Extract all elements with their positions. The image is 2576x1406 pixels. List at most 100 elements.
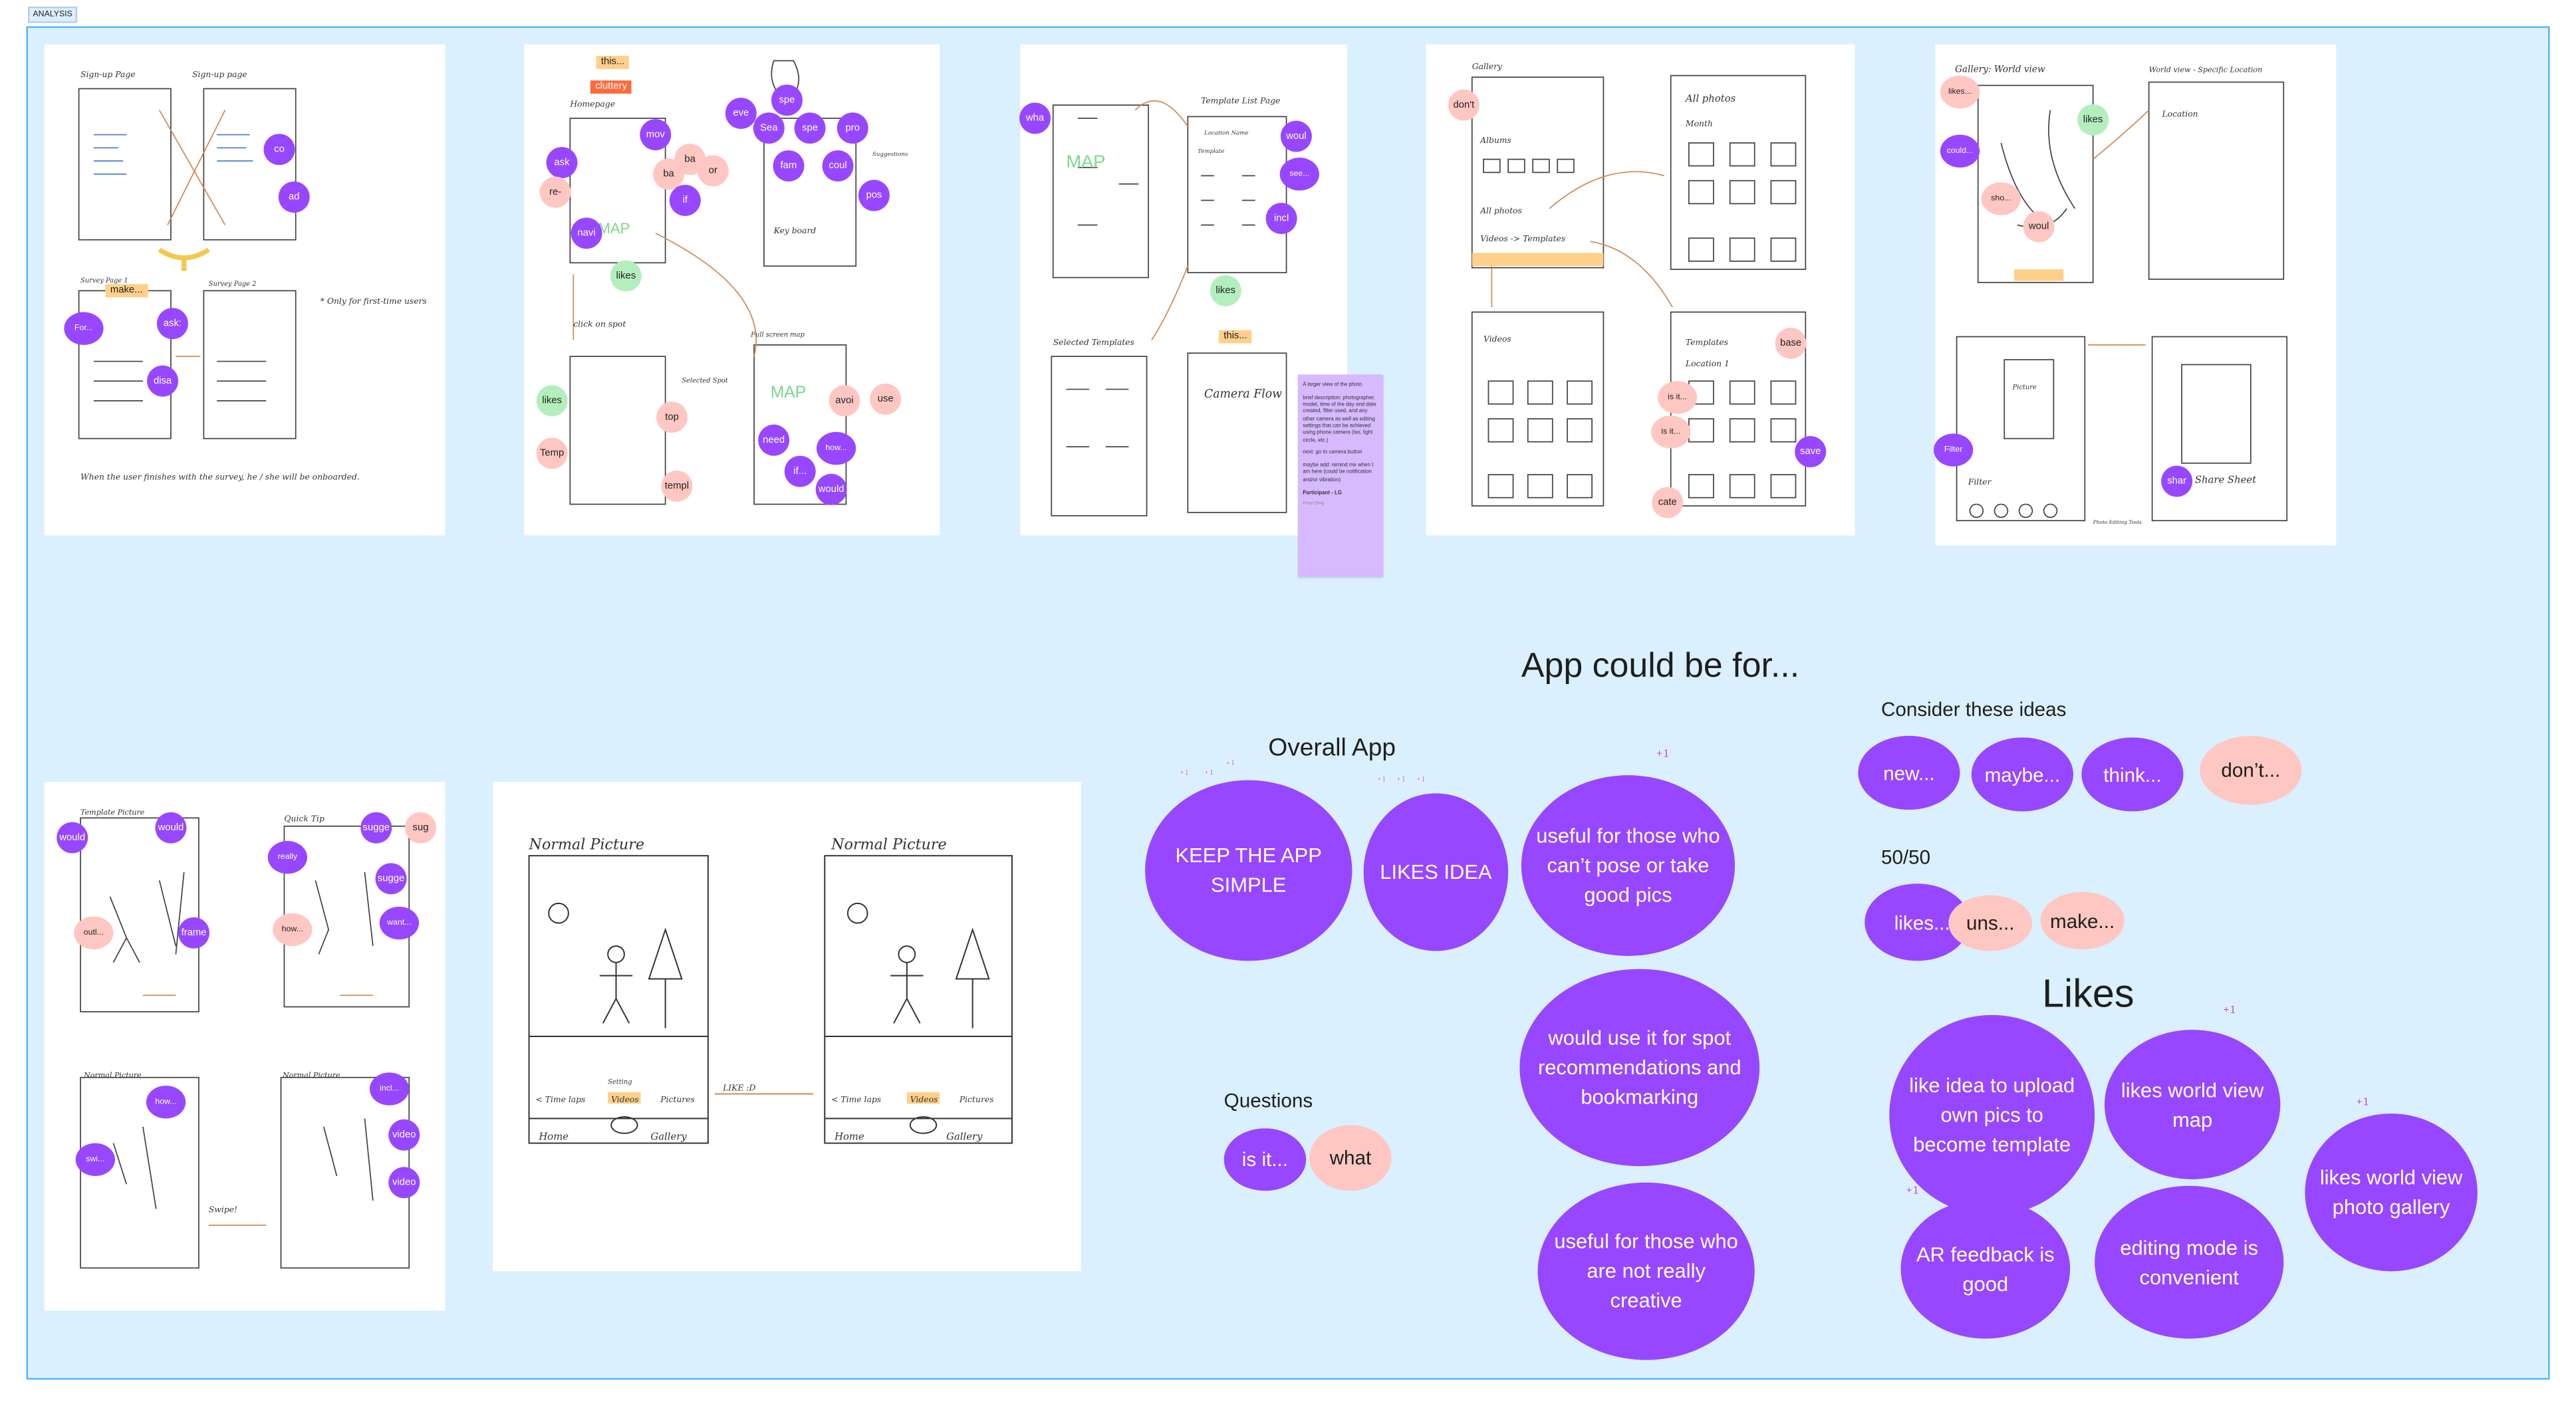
sketch-frame-gallery[interactable]: Gallery Albums All photos Videos -> Temp… [1426,44,1855,536]
sticker-likes[interactable]: likes world view photo gallery [2305,1113,2478,1272]
frame-sticker[interactable]: how... [146,1086,186,1119]
frame-sticker[interactable]: likes [2077,104,2109,136]
frame-sticker[interactable]: spe [794,112,826,144]
plus-one-vote: +1 [1656,749,1670,761]
frame-sticker[interactable]: could... [1940,134,1980,168]
frame-sticker[interactable]: if... [784,455,816,487]
frame-sticker[interactable]: wha [1019,102,1051,134]
frame-sticker[interactable]: coul [822,150,854,182]
frame-sticker[interactable]: base [1775,327,1807,359]
frame-sticker[interactable]: video [388,1167,420,1199]
frame-sticker[interactable]: is it... [1657,381,1698,414]
frame-sticker[interactable]: would [815,473,847,505]
frame-sticker[interactable]: Filter [1934,433,1974,467]
frame-sticker[interactable]: incl [1265,203,1297,235]
frame-sticker[interactable]: need [758,424,790,456]
sketch-frame-normal-picture[interactable]: Normal Picture Normal Picture LIKE :D < … [493,782,1081,1272]
sticker-question[interactable]: is it... [1224,1128,1307,1191]
sticker-consider[interactable]: think... [2081,737,2184,812]
frame-sticker[interactable]: sugge [375,863,407,895]
frame-sticker[interactable]: video [388,1119,420,1151]
sticker-likes[interactable]: like idea to upload own pics to become t… [1889,1014,2095,1216]
whiteboard-canvas[interactable]: ANALYSIS Sign-up Page Sign-up page Surve… [0,0,2576,1406]
frame-sticker[interactable]: swi... [75,1143,115,1177]
frame-sticker[interactable]: mov [640,119,672,151]
svg-text:Sign-up page: Sign-up page [192,70,247,79]
frame-sticker[interactable]: top [656,402,688,433]
frame-sticker[interactable]: this... [596,56,630,69]
frame-sticker[interactable]: woul [2023,211,2055,243]
sketch-frame-signup[interactable]: Sign-up Page Sign-up page Survey Page 1 … [44,44,446,536]
sticker-fifty-fifty[interactable]: make... [2040,891,2125,950]
frame-sticker[interactable]: sug [405,812,436,844]
sticky-note[interactable]: A larger view of the photo brief descrip… [1297,374,1384,577]
frame-title: Sign-up Page [80,70,136,79]
frame-sticker[interactable]: likes... [1940,75,1980,109]
frame-sticker[interactable]: sugge [360,812,392,844]
frame-sticker[interactable]: want... [379,906,420,940]
sticker-likes[interactable]: editing mode is convenient [2095,1185,2284,1339]
frame-sticker[interactable]: cate [1652,487,1684,519]
frame-sticker[interactable]: likes [1210,275,1241,306]
svg-text:Quick Tip: Quick Tip [284,814,324,823]
frame-sticker[interactable]: if [669,184,701,216]
frame-sticker[interactable]: fam [773,150,805,182]
sticker-likes[interactable]: likes world view map [2104,1030,2281,1179]
frame-sticker[interactable]: Sea [753,112,785,144]
frame-sticker[interactable]: really [267,840,308,874]
frame-sticker[interactable]: would [155,812,187,844]
frame-sticker[interactable]: cluttery [590,80,632,94]
frame-sticker[interactable]: don't [1448,89,1480,121]
frame-sticker[interactable]: make... [105,284,148,298]
frame-sticker[interactable]: templ [661,470,693,502]
section-label[interactable]: ANALYSIS [28,6,78,23]
sticker-fifty-fifty[interactable]: uns... [1948,895,2033,951]
plus-one-vote: +1 [1906,1185,1919,1198]
frame-sticker[interactable]: likes [536,385,568,417]
frame-sticker[interactable]: incl... [369,1072,410,1106]
frame-sticker[interactable]: or [697,155,729,187]
frame-sticker[interactable]: would [57,822,88,854]
frame-sticker[interactable]: frame [178,917,210,949]
frame-sticker[interactable]: sho... [1981,182,2021,215]
svg-text:Filter: Filter [1968,477,1992,487]
frame-sticker[interactable]: eve [725,98,757,129]
frame-sticker[interactable]: ask: [156,308,188,340]
sticker-consider[interactable]: maybe... [1971,737,2074,812]
frame-sticker[interactable]: spe [771,84,803,116]
frame-sticker[interactable]: pos [858,179,890,211]
frame-sticker[interactable]: For... [64,312,104,345]
frame-sticker[interactable]: co [263,134,295,166]
frame-sticker[interactable]: how... [816,431,856,465]
frame-sticker[interactable]: how... [273,913,313,947]
sticker-question[interactable]: what [1309,1125,1392,1191]
frame-sticker[interactable]: disa [147,365,179,397]
svg-text:When the user finishes with th: When the user finishes with the survey, … [80,472,360,481]
frame-sticker[interactable]: avoi [829,385,860,417]
sticker-overall-app[interactable]: LIKES IDEA [1363,793,1509,951]
sticker-overall-app[interactable]: useful for those who are not really crea… [1537,1182,1755,1360]
sketch-frame-world-view[interactable]: Gallery: World view World view - Specifi… [1935,44,2337,546]
frame-sticker[interactable]: likes [610,260,642,292]
frame-sticker[interactable]: outl... [74,916,114,950]
sticker-overall-app[interactable]: would use it for spot recommendations an… [1519,969,1760,1167]
frame-sticker[interactable]: pro [837,112,868,144]
sticker-likes[interactable]: AR feedback is good [1900,1199,2071,1339]
frame-sticker[interactable]: ask [546,147,578,179]
frame-sticker[interactable]: this... [1218,330,1253,344]
frame-sticker[interactable]: woul [1280,120,1312,152]
sticker-overall-app[interactable]: useful for those who can’t pose or take … [1521,775,1736,956]
sticker-consider[interactable]: new... [1858,735,1960,810]
sticker-overall-app[interactable]: KEEP THE APP SIMPLE [1145,780,1352,961]
frame-sticker[interactable]: shar [2161,465,2193,497]
frame-sticker[interactable]: re- [539,176,571,208]
frame-sticker[interactable]: use [870,383,902,415]
frame-sticker[interactable]: save [1795,435,1827,467]
frame-sticker[interactable]: is it... [1651,415,1691,449]
sketch-frame-template-picture[interactable]: Template Picture Quick Tip Normal Pictur… [44,782,446,1311]
frame-sticker[interactable]: Temp [536,437,568,469]
frame-sticker[interactable]: ad [278,181,310,213]
frame-sticker[interactable]: navi [571,217,602,249]
sticker-consider[interactable]: don’t... [2200,735,2302,805]
frame-sticker[interactable]: see... [1279,158,1319,191]
